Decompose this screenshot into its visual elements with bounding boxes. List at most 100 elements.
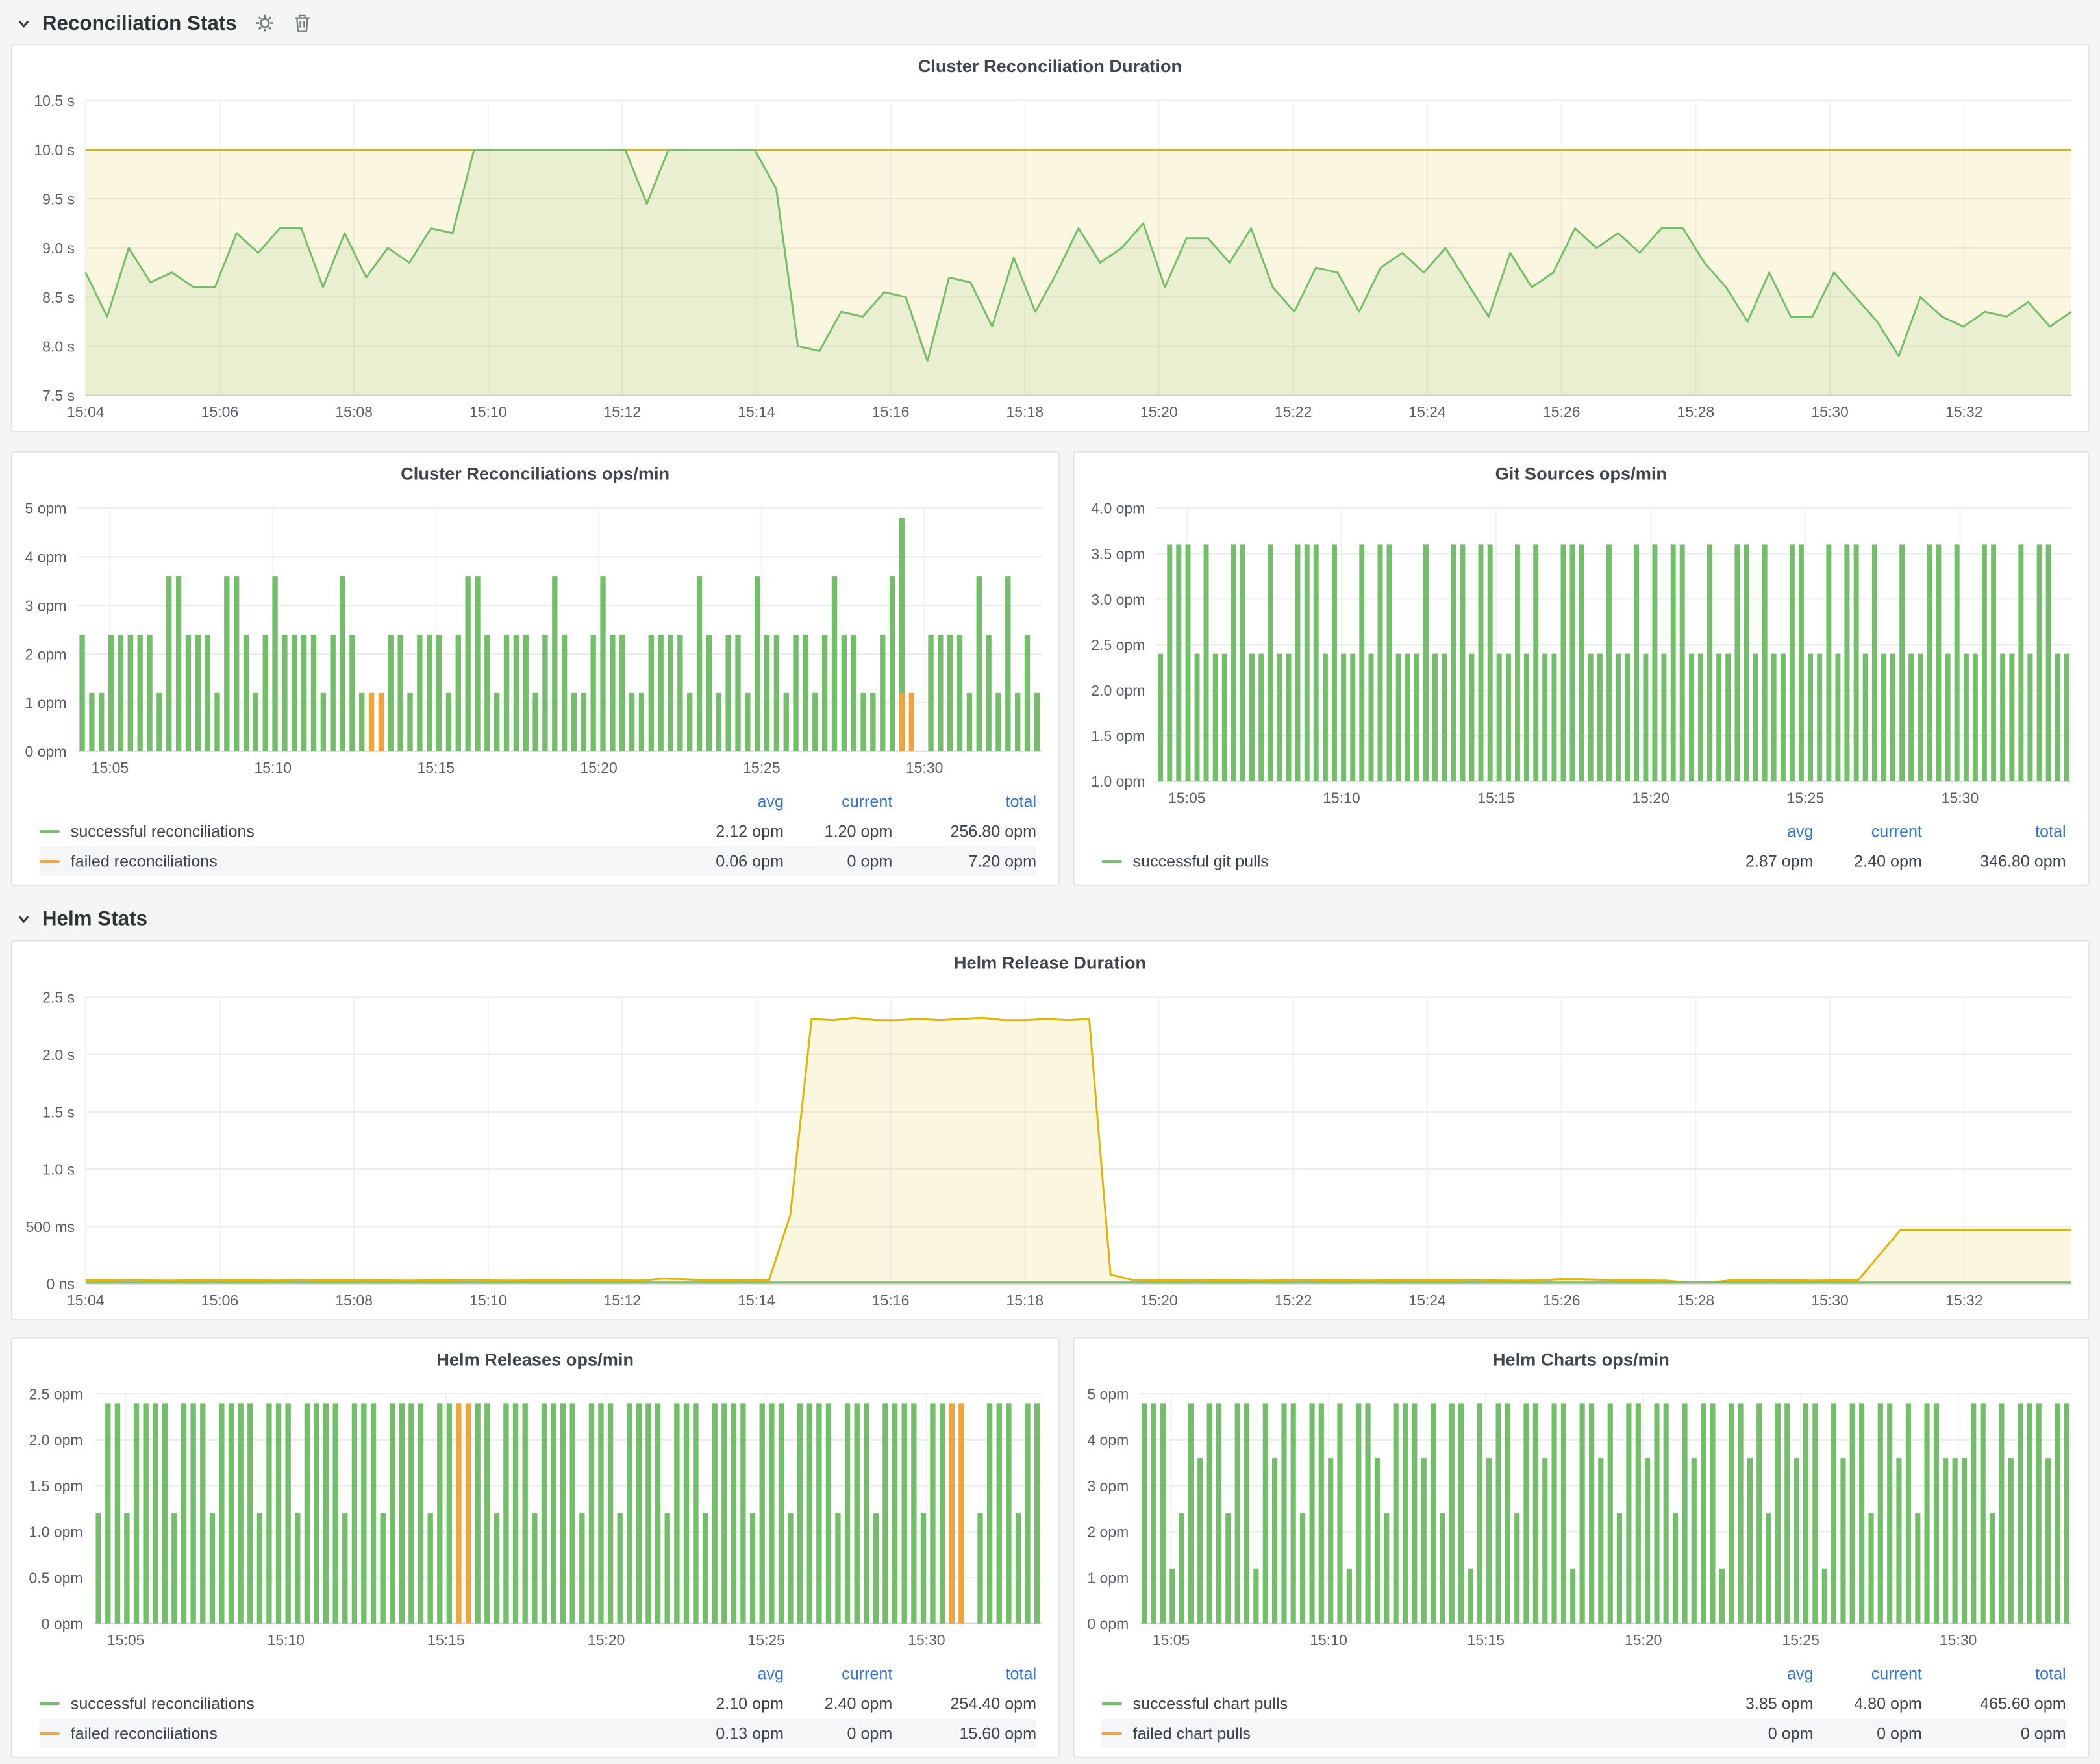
section-header-reconciliation-stats[interactable]: Reconciliation Stats <box>11 3 2089 44</box>
svg-text:15:05: 15:05 <box>107 1632 145 1648</box>
panel-title[interactable]: Helm Releases ops/min <box>12 1338 1058 1374</box>
legend-value: 2.40 opm <box>784 1689 892 1719</box>
svg-text:2 opm: 2 opm <box>1087 1524 1129 1541</box>
section-header-helm-stats[interactable]: Helm Stats <box>11 897 2089 940</box>
legend-row: failed reconciliations0.13 opm0 opm15.60… <box>40 1719 1036 1748</box>
series-successful-git-pulls <box>1158 544 2069 781</box>
chart-cluster-reconciliation-duration[interactable]: 7.5 s8.0 s8.5 s9.0 s9.5 s10.0 s10.5 s15:… <box>12 82 2088 431</box>
svg-text:3 opm: 3 opm <box>1087 1478 1129 1494</box>
chart-git-sources-opm[interactable]: 1.0 opm1.5 opm2.0 opm2.5 opm3.0 opm3.5 o… <box>1075 489 2088 816</box>
svg-text:3.5 opm: 3.5 opm <box>1091 546 1145 562</box>
svg-text:15:30: 15:30 <box>908 1632 945 1648</box>
legend-col-total[interactable]: total <box>1922 816 2066 846</box>
svg-text:15:05: 15:05 <box>92 759 129 776</box>
legend-col-total[interactable]: total <box>892 787 1036 816</box>
legend-label[interactable]: successful git pulls <box>1133 852 1269 871</box>
svg-text:0 opm: 0 opm <box>1087 1615 1129 1632</box>
svg-text:10.5 s: 10.5 s <box>34 92 75 109</box>
chart-helm-charts-opm[interactable]: 0 opm1 opm2 opm3 opm4 opm5 opm15:0515:10… <box>1075 1375 2088 1659</box>
svg-text:15:14: 15:14 <box>738 1292 775 1309</box>
svg-text:15:04: 15:04 <box>67 1292 105 1309</box>
chart-svg: 0 opm0.5 opm1.0 opm1.5 opm2.0 opm2.5 opm… <box>12 1375 1058 1659</box>
svg-text:15:25: 15:25 <box>1782 1632 1819 1648</box>
legend-value: 2.12 opm <box>659 816 784 846</box>
grid <box>1156 508 2071 781</box>
legend-helm-charts: avgcurrenttotalsuccessful chart pulls3.8… <box>1075 1659 2088 1757</box>
panel-title[interactable]: Helm Release Duration <box>12 942 2088 978</box>
legend-label[interactable]: failed reconciliations <box>71 852 218 871</box>
legend-col-avg[interactable]: avg <box>1688 816 1813 846</box>
legend-col-avg[interactable]: avg <box>1688 1659 1813 1689</box>
svg-text:15:26: 15:26 <box>1543 1292 1581 1309</box>
panel-title[interactable]: Git Sources ops/min <box>1075 453 2088 489</box>
svg-text:15:15: 15:15 <box>427 1632 465 1648</box>
svg-text:15:10: 15:10 <box>1310 1632 1347 1648</box>
grid <box>1140 1394 2071 1624</box>
svg-text:15:25: 15:25 <box>1787 789 1825 806</box>
svg-text:15:15: 15:15 <box>1467 1632 1505 1648</box>
chevron-down-icon[interactable] <box>16 911 31 926</box>
legend-label[interactable]: successful reconciliations <box>71 822 255 841</box>
panel-title[interactable]: Helm Charts ops/min <box>1075 1338 2088 1374</box>
svg-text:15:04: 15:04 <box>67 403 105 420</box>
svg-text:2.0 opm: 2.0 opm <box>1091 682 1145 699</box>
legend-helm-releases: avgcurrenttotalsuccessful reconciliation… <box>12 1659 1058 1757</box>
legend-col-avg[interactable]: avg <box>659 1659 784 1689</box>
legend-col-current[interactable]: current <box>1814 1659 1922 1689</box>
svg-text:15:10: 15:10 <box>1323 789 1360 806</box>
svg-text:15:10: 15:10 <box>254 759 292 776</box>
legend-label[interactable]: failed chart pulls <box>1133 1724 1251 1743</box>
svg-text:15:15: 15:15 <box>1477 789 1515 806</box>
svg-text:15:20: 15:20 <box>1140 1292 1178 1309</box>
legend-col-total[interactable]: total <box>1922 1659 2066 1689</box>
gear-icon[interactable] <box>256 14 275 32</box>
legend-col-avg[interactable]: avg <box>659 787 784 816</box>
chart-svg: 0 opm1 opm2 opm3 opm4 opm5 opm15:0515:10… <box>1075 1375 2088 1659</box>
svg-text:15:28: 15:28 <box>1677 1292 1715 1309</box>
legend-swatch <box>40 860 60 863</box>
legend-value: 0 opm <box>784 846 892 876</box>
y-tick-labels: 0 ns500 ms1.0 s1.5 s2.0 s2.5 s <box>26 989 75 1292</box>
legend-label[interactable]: failed reconciliations <box>71 1724 218 1743</box>
chart-helm-releases-opm[interactable]: 0 opm0.5 opm1.0 opm1.5 opm2.0 opm2.5 opm… <box>12 1375 1058 1659</box>
svg-text:8.0 s: 8.0 s <box>42 338 75 355</box>
svg-text:15:16: 15:16 <box>872 403 910 420</box>
svg-text:15:32: 15:32 <box>1945 403 1983 420</box>
svg-text:15:10: 15:10 <box>469 403 507 420</box>
legend-row: successful reconciliations2.10 opm2.40 o… <box>40 1689 1036 1719</box>
section-title: Helm Stats <box>42 907 147 930</box>
y-tick-labels: 0 opm1 opm2 opm3 opm4 opm5 opm <box>25 500 67 760</box>
legend-value: 2.40 opm <box>1814 846 1922 876</box>
svg-text:15:25: 15:25 <box>747 1632 785 1648</box>
svg-text:9.5 s: 9.5 s <box>42 190 75 207</box>
legend-git-sources: avgcurrenttotalsuccessful git pulls2.87 … <box>1075 816 2088 885</box>
svg-text:1.0 opm: 1.0 opm <box>29 1524 82 1541</box>
x-tick-labels: 15:0515:1015:1515:2015:2515:30 <box>92 759 944 776</box>
legend-value: 0 opm <box>784 1719 892 1748</box>
svg-text:15:24: 15:24 <box>1408 403 1446 420</box>
svg-text:4 opm: 4 opm <box>25 549 67 566</box>
panel-title[interactable]: Cluster Reconciliation Duration <box>12 45 2088 81</box>
svg-text:15:30: 15:30 <box>906 759 944 776</box>
grid <box>94 1394 1042 1624</box>
svg-text:15:06: 15:06 <box>201 1292 239 1309</box>
trash-icon[interactable] <box>294 14 312 32</box>
svg-text:2.5 opm: 2.5 opm <box>29 1386 82 1403</box>
x-tick-labels: 15:0515:1015:1515:2015:2515:30 <box>1153 1632 1977 1648</box>
series-successful-reconciliations <box>95 1403 1040 1623</box>
chart-cluster-reconciliations-opm[interactable]: 0 opm1 opm2 opm3 opm4 opm5 opm 15:05 15:10… <box>12 489 1058 787</box>
legend-label[interactable]: successful chart pulls <box>1133 1694 1288 1713</box>
legend-col-current[interactable]: current <box>1814 816 1922 846</box>
legend-col-current[interactable]: current <box>784 1659 892 1689</box>
legend-value: 465.60 opm <box>1922 1689 2066 1719</box>
svg-text:15:05: 15:05 <box>1168 789 1206 806</box>
legend-col-total[interactable]: total <box>892 1659 1036 1689</box>
legend-value: 254.40 opm <box>892 1689 1036 1719</box>
svg-text:15:08: 15:08 <box>335 403 373 420</box>
chevron-down-icon[interactable] <box>16 16 31 31</box>
panel-title[interactable]: Cluster Reconciliations ops/min <box>12 453 1058 489</box>
chart-helm-release-duration[interactable]: 0 ns500 ms1.0 s1.5 s2.0 s2.5 s15:04 15:06… <box>12 978 2088 1319</box>
legend-label[interactable]: successful reconciliations <box>71 1694 255 1713</box>
x-tick-labels: 15:0415:0615:0815:1015:1215:1415:1615:18… <box>67 403 1983 420</box>
legend-col-current[interactable]: current <box>784 787 892 816</box>
